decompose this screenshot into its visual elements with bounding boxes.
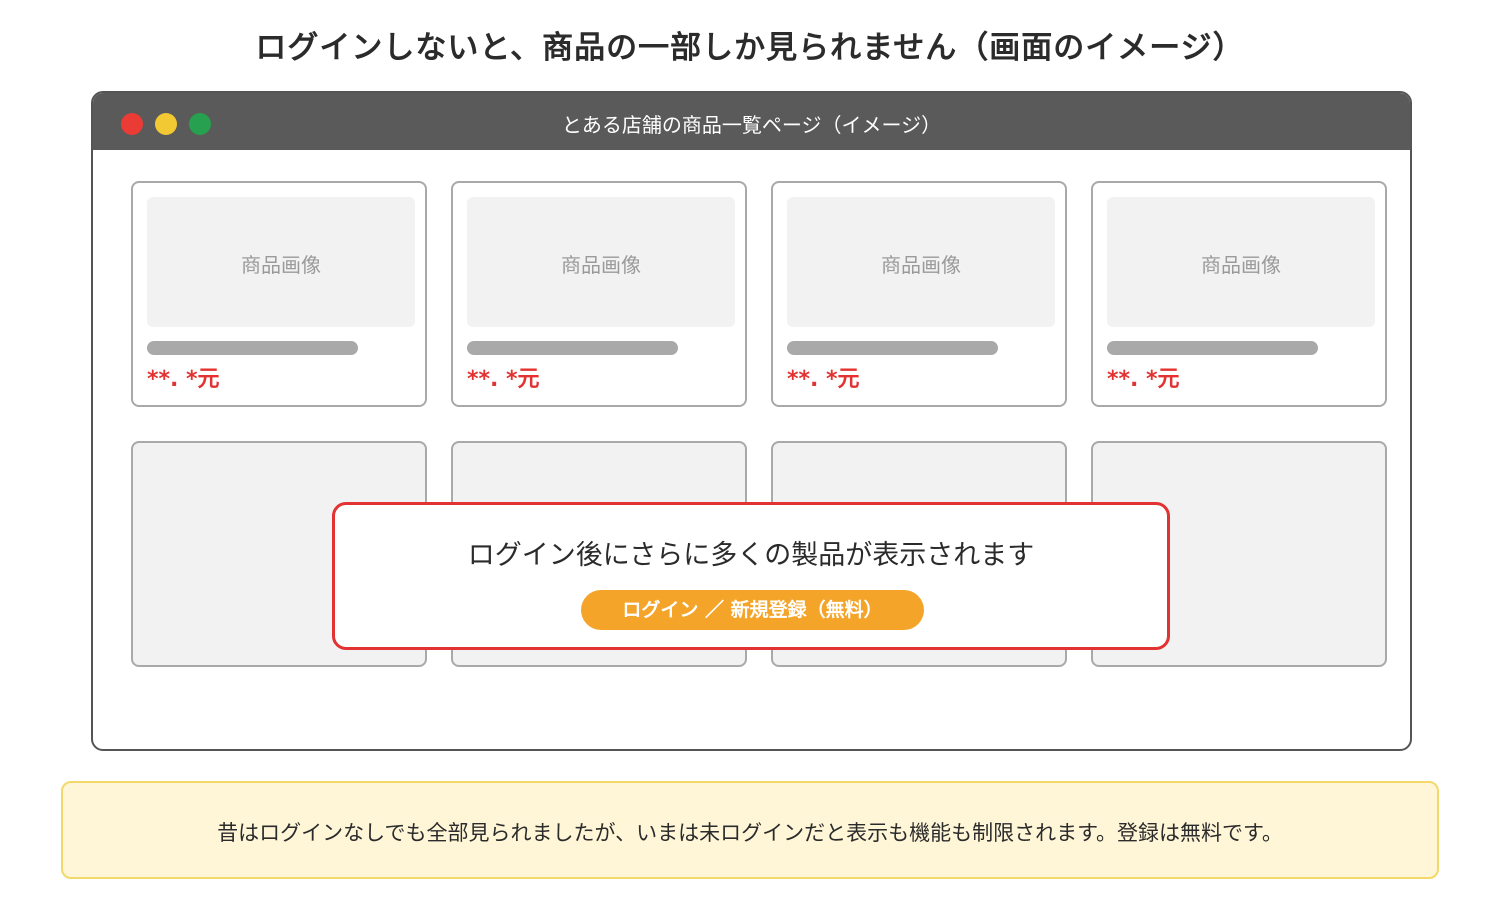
product-image-placeholder: 商品画像 — [1107, 197, 1375, 327]
product-image-label: 商品画像 — [561, 253, 641, 277]
login-register-button[interactable]: ログイン ／ 新規登録（無料） — [581, 590, 924, 630]
window-title: とある店舗の商品一覧ページ（イメージ） — [561, 113, 942, 137]
product-card[interactable]: 商品画像 **. *元 — [451, 181, 747, 407]
product-image-label: 商品画像 — [1201, 253, 1281, 277]
product-image-placeholder: 商品画像 — [467, 197, 735, 327]
product-card[interactable]: 商品画像 **. *元 — [1091, 181, 1387, 407]
product-name-placeholder-bar — [147, 341, 358, 355]
product-name-placeholder-bar — [1107, 341, 1318, 355]
page-headline: ログインしないと、商品の一部しか見られません（画面のイメージ） — [255, 30, 1245, 66]
login-prompt-message: ログイン後にさらに多くの製品が表示されます — [467, 540, 1035, 571]
info-note: 昔はログインなしでも全部見られましたが、いまは未ログインだと表示も機能も制限され… — [61, 781, 1439, 879]
product-image-placeholder: 商品画像 — [787, 197, 1055, 327]
window-titlebar: とある店舗の商品一覧ページ（イメージ） — [93, 93, 1410, 150]
info-note-text: 昔はログインなしでも全部見られましたが、いまは未ログインだと表示も機能も制限され… — [217, 821, 1283, 845]
product-price: **. *元 — [1107, 367, 1180, 392]
product-price: **. *元 — [467, 367, 540, 392]
page: ログインしないと、商品の一部しか見られません（画面のイメージ） とある店舗の商品… — [0, 0, 1500, 900]
product-card[interactable]: 商品画像 **. *元 — [771, 181, 1067, 407]
product-name-placeholder-bar — [787, 341, 998, 355]
product-price: **. *元 — [787, 367, 860, 392]
product-name-placeholder-bar — [467, 341, 678, 355]
login-prompt-dialog: ログイン後にさらに多くの製品が表示されます ログイン ／ 新規登録（無料） — [332, 502, 1170, 650]
product-price: **. *元 — [147, 367, 220, 392]
product-image-placeholder: 商品画像 — [147, 197, 415, 327]
browser-window: とある店舗の商品一覧ページ（イメージ） 商品画像 **. *元 商品画像 **.… — [91, 91, 1412, 751]
product-card[interactable]: 商品画像 **. *元 — [131, 181, 427, 407]
product-image-label: 商品画像 — [241, 253, 321, 277]
product-image-label: 商品画像 — [881, 253, 961, 277]
